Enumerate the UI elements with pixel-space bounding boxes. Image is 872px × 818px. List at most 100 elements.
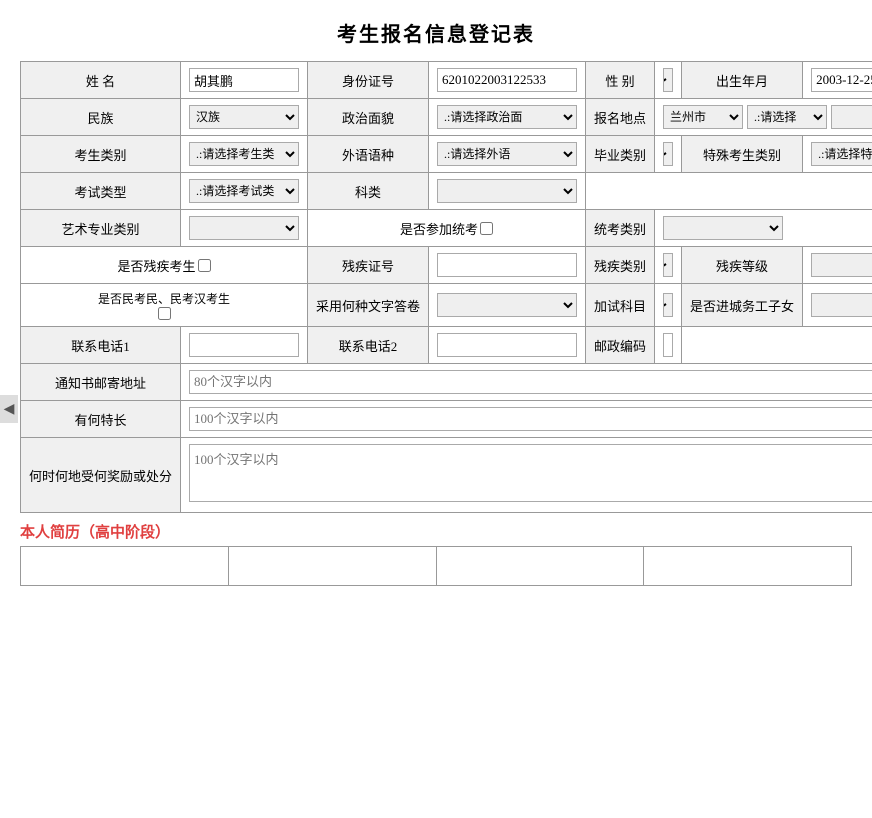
registration-city-select[interactable]: 兰州市: [663, 105, 743, 129]
grad-type-label: 毕业类别: [586, 136, 655, 173]
art-select[interactable]: [189, 216, 299, 240]
phone1-label: 联系电话1: [21, 327, 181, 364]
disabled-type-value-cell: [655, 247, 682, 284]
disabled-id-input[interactable]: [437, 253, 577, 277]
birth-value-cell: [803, 62, 872, 99]
birth-label: 出生年月: [682, 62, 803, 99]
phone2-input[interactable]: [437, 333, 577, 357]
exam-type-select[interactable]: .:请选择考生类: [189, 142, 299, 166]
disabled-label: 是否残疾考生: [118, 256, 196, 275]
test-type-select[interactable]: .:请选择考试类: [189, 179, 299, 203]
answer-method-value-cell: [429, 284, 586, 327]
address-value-cell: [181, 364, 872, 401]
answer-method-label: 采用何种文字答卷: [308, 284, 429, 327]
minority-label: 是否民考民、民考汉考生: [98, 290, 230, 307]
postal-input[interactable]: [663, 333, 673, 357]
resume-row: [21, 547, 852, 586]
exam-type-label: 考生类别: [21, 136, 181, 173]
political-value-cell: .:请选择政治面 中共党员 团员 群众: [429, 99, 586, 136]
disabled-type-select[interactable]: [663, 253, 673, 277]
row-phone: 联系电话1 联系电话2 邮政编码: [21, 327, 872, 364]
unified-checkbox[interactable]: [480, 222, 493, 235]
registration-sub-select[interactable]: .:请选择: [747, 105, 827, 129]
special-select[interactable]: .:请选择特: [811, 142, 872, 166]
resume-cell-4: [644, 547, 852, 586]
stats-label: 统考类别: [586, 210, 655, 247]
row-award: 何时何地受何奖励或处分: [21, 438, 872, 513]
extra-subject-value-cell: [655, 284, 682, 327]
name-value-cell: [181, 62, 308, 99]
political-label: 政治面貌: [308, 99, 429, 136]
phone2-label: 联系电话2: [308, 327, 429, 364]
unified-label: 是否参加统考: [400, 219, 478, 238]
birth-input[interactable]: [811, 68, 872, 92]
id-card-label: 身份证号: [308, 62, 429, 99]
disabled-level-value-cell: [803, 247, 872, 284]
registration-detail-select[interactable]: [831, 105, 872, 129]
form-table: 姓 名 身份证号 性 别 男 女 出生年月 民族: [20, 61, 872, 513]
political-select[interactable]: .:请选择政治面 中共党员 团员 群众: [437, 105, 577, 129]
nation-value-cell: 汉族 回族 藏族: [181, 99, 308, 136]
disabled-cell: 是否残疾考生: [21, 247, 308, 284]
grad-type-select[interactable]: .:请选择毕业类: [663, 142, 673, 166]
row-exam-type: 考生类别 .:请选择考生类 外语语种 .:请选择外语 毕业类别 .:请选择毕业类…: [21, 136, 872, 173]
grad-type-value-cell: .:请选择毕业类: [655, 136, 682, 173]
test-type-value-cell: .:请选择考试类: [181, 173, 308, 210]
address-input[interactable]: [189, 370, 872, 394]
minority-checkbox[interactable]: [158, 307, 171, 320]
id-card-input[interactable]: [437, 68, 577, 92]
id-card-value-cell: [429, 62, 586, 99]
resume-cell-3: [436, 547, 644, 586]
subject-value-cell: [429, 173, 586, 210]
extra-subject-select[interactable]: [663, 293, 673, 317]
foreign-lang-value-cell: .:请选择外语: [429, 136, 586, 173]
gender-select[interactable]: 男 女: [663, 68, 673, 92]
disabled-checkbox[interactable]: [198, 259, 211, 272]
address-label: 通知书邮寄地址: [21, 364, 181, 401]
foreign-lang-label: 外语语种: [308, 136, 429, 173]
registration-value-cell: 兰州市 .:请选择: [655, 99, 872, 136]
test-type-label: 考试类型: [21, 173, 181, 210]
row-nation: 民族 汉族 回族 藏族 政治面貌 .:请选择政治面 中共党员 团员 群众 报名地…: [21, 99, 872, 136]
resume-cell-1: [21, 547, 229, 586]
postal-value-cell: [655, 327, 682, 364]
foreign-lang-select[interactable]: .:请选择外语: [437, 142, 577, 166]
special-value-cell: .:请选择特: [803, 136, 872, 173]
row-address: 通知书邮寄地址: [21, 364, 872, 401]
award-label: 何时何地受何奖励或处分: [21, 438, 181, 513]
side-arrow[interactable]: ◀: [0, 395, 18, 423]
row-test-type: 考试类型 .:请选择考试类 科类: [21, 173, 872, 210]
disabled-id-label: 残疾证号: [308, 247, 429, 284]
nation-select[interactable]: 汉族 回族 藏族: [189, 105, 299, 129]
unified-cell: 是否参加统考: [308, 210, 586, 247]
specialty-input[interactable]: [189, 407, 872, 431]
disabled-id-value-cell: [429, 247, 586, 284]
resume-cell-2: [228, 547, 436, 586]
stats-value-cell: [655, 210, 872, 247]
art-label: 艺术专业类别: [21, 210, 181, 247]
gender-value-cell: 男 女: [655, 62, 682, 99]
disabled-level-select[interactable]: [811, 253, 872, 277]
subject-select[interactable]: [437, 179, 577, 203]
row-name: 姓 名 身份证号 性 别 男 女 出生年月: [21, 62, 872, 99]
row-minority: 是否民考民、民考汉考生 采用何种文字答卷 加试科目 是否进城务工子女: [21, 284, 872, 327]
migrant-select[interactable]: [811, 293, 872, 317]
name-input[interactable]: [189, 68, 299, 92]
phone1-input[interactable]: [189, 333, 299, 357]
stats-select[interactable]: [663, 216, 783, 240]
migrant-label: 是否进城务工子女: [682, 284, 803, 327]
award-textarea[interactable]: [189, 444, 872, 502]
disabled-type-label: 残疾类别: [586, 247, 655, 284]
nation-label: 民族: [21, 99, 181, 136]
postal-label: 邮政编码: [586, 327, 655, 364]
page-container: ◀ 考生报名信息登记表 姓 名 身份证号 性 别 男 女 出生年月: [0, 0, 872, 818]
name-label: 姓 名: [21, 62, 181, 99]
registration-label: 报名地点: [586, 99, 655, 136]
gender-label: 性 别: [586, 62, 655, 99]
resume-section-title: 本人简历（高中阶段）: [0, 513, 872, 546]
disabled-level-label: 残疾等级: [682, 247, 803, 284]
row-specialty: 有何特长: [21, 401, 872, 438]
answer-method-select[interactable]: [437, 293, 577, 317]
phone1-value-cell: [181, 327, 308, 364]
subject-label: 科类: [308, 173, 429, 210]
